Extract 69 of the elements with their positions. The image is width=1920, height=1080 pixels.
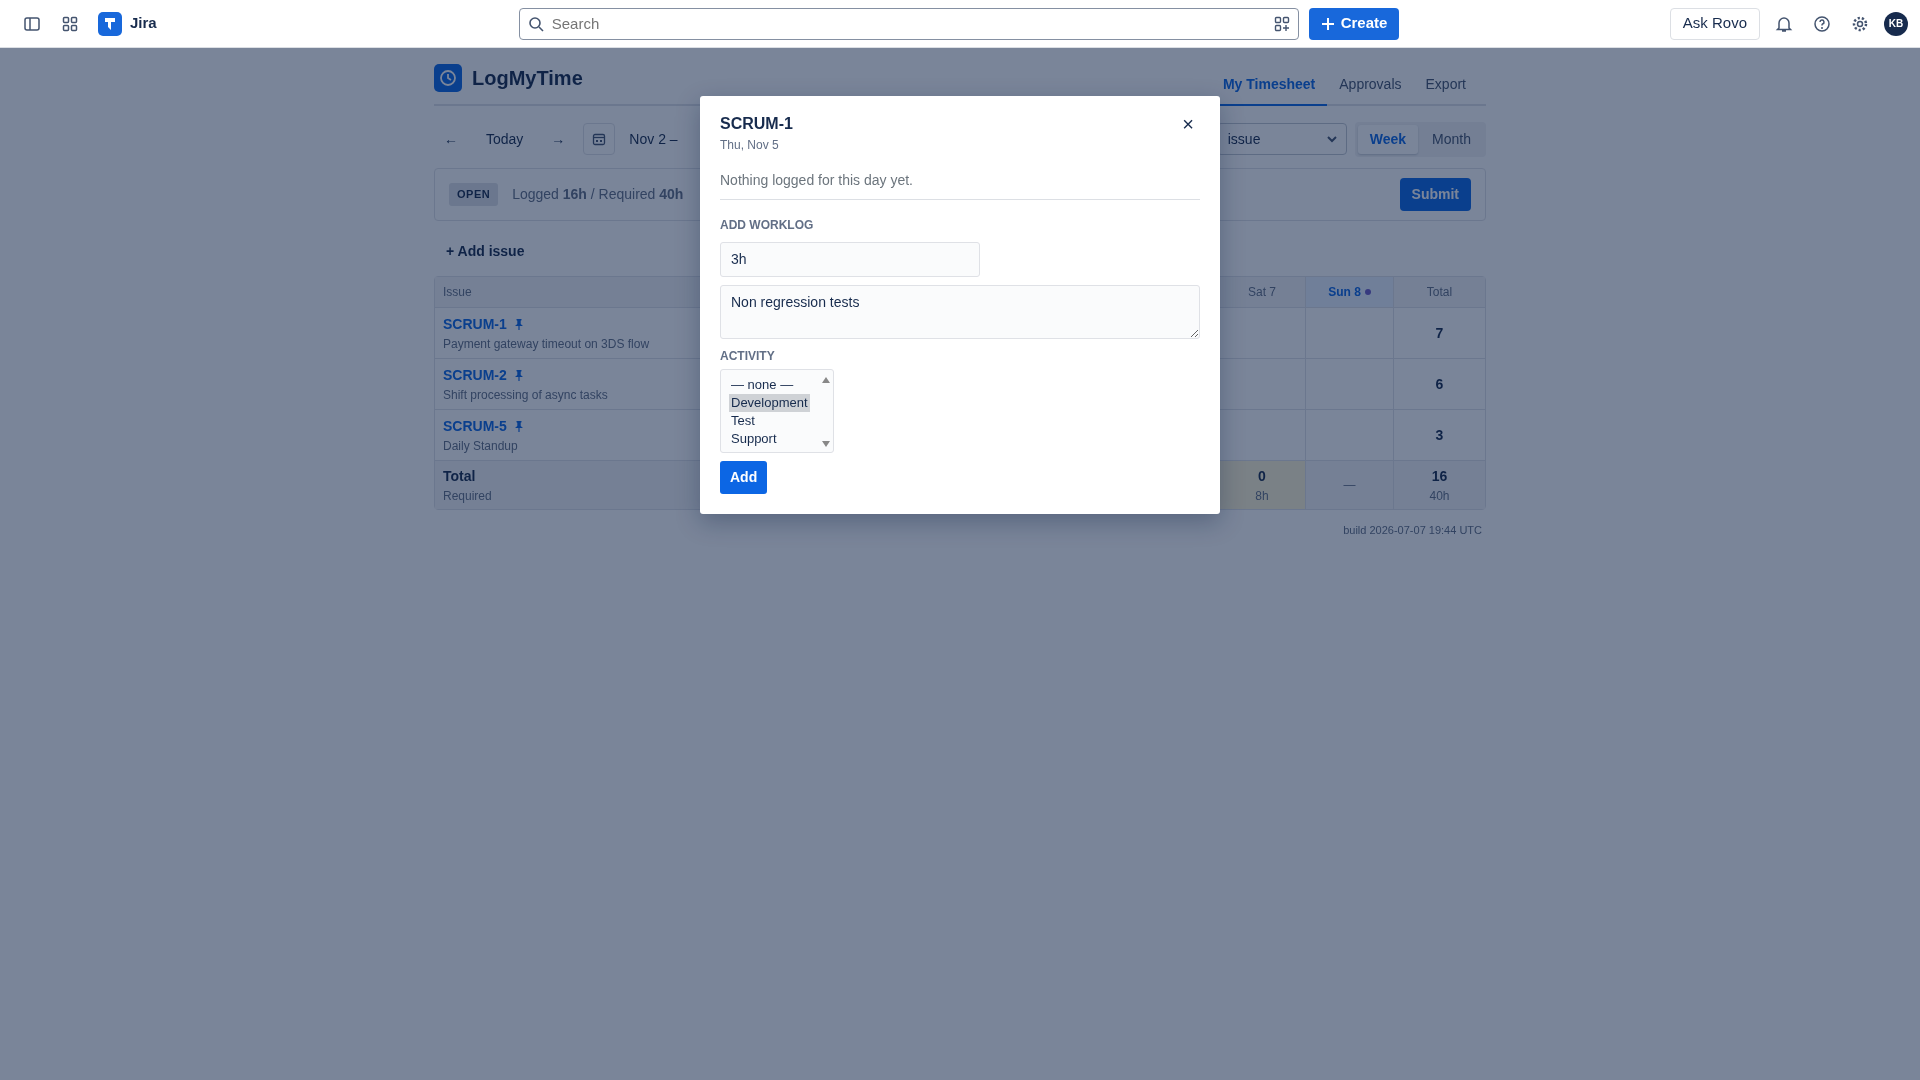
issue-summary: Daily Standup xyxy=(443,437,518,455)
submit-button[interactable]: Submit xyxy=(1399,178,1471,211)
search-field[interactable]: Search xyxy=(518,7,1299,40)
tab[interactable]: Export xyxy=(1413,52,1478,106)
issue-summary: Payment gateway timeout on 3DS flow xyxy=(443,335,650,353)
grid-icon xyxy=(61,14,79,33)
issue-link[interactable]: SCRUM-2 xyxy=(443,364,507,386)
empty-message: Nothing logged for this day yet. xyxy=(720,171,914,190)
scroll-up-icon[interactable] xyxy=(821,376,831,384)
duration-field[interactable]: 3h xyxy=(720,242,980,277)
today-button[interactable]: Today xyxy=(476,124,534,154)
previous-button[interactable]: ← xyxy=(434,124,468,154)
row-total: 6 xyxy=(1435,374,1444,394)
dialog-title: SCRUM-1 xyxy=(720,114,793,134)
plus-icon xyxy=(1320,16,1335,31)
issue-link[interactable]: SCRUM-1 xyxy=(443,313,507,335)
empty-dash: — xyxy=(1343,477,1356,494)
activity-option[interactable]: Support xyxy=(729,430,779,448)
build-info: build 2026-07-07 19:44 UTC xyxy=(1342,523,1483,538)
product-name[interactable]: Jira xyxy=(130,12,157,35)
view-option[interactable]: Month xyxy=(1420,124,1483,154)
comment-field[interactable]: Non regression tests xyxy=(720,285,1200,339)
calendar-icon xyxy=(592,132,607,146)
next-button[interactable]: → xyxy=(541,124,576,154)
day-total: 0 xyxy=(1258,466,1266,486)
required-label: Required xyxy=(443,487,492,505)
sidebar-icon xyxy=(23,14,41,33)
scroll-down-icon[interactable] xyxy=(821,440,831,448)
total-label: Total xyxy=(443,466,476,486)
dialog-date: Thu, Nov 5 xyxy=(720,137,780,154)
chevron-down-icon xyxy=(1325,133,1338,145)
jira-logo-icon xyxy=(98,11,122,36)
activity-option[interactable]: — none — xyxy=(729,376,796,394)
time-summary: Logged 16h / Required 40h xyxy=(512,185,684,204)
bell-icon xyxy=(1775,14,1793,33)
close-button[interactable]: × xyxy=(1176,112,1200,136)
settings-icon xyxy=(1851,14,1869,33)
activity-option[interactable]: Test xyxy=(729,412,757,430)
add-button[interactable]: Add xyxy=(720,461,768,494)
row-total: 7 xyxy=(1435,323,1444,343)
today-dot-icon xyxy=(1364,289,1371,295)
calendar-button[interactable] xyxy=(583,123,616,155)
avatar[interactable]: KB xyxy=(1884,11,1908,36)
grand-total: 16 xyxy=(1431,466,1448,486)
issue-summary: Shift processing of async tasks xyxy=(443,386,608,404)
column-header: Issue xyxy=(443,284,472,301)
row-total: 3 xyxy=(1435,425,1444,445)
add-issue-button[interactable]: + Add issue xyxy=(440,237,531,266)
required-hours: 8h xyxy=(1255,487,1269,505)
date-range: Nov 2 – xyxy=(628,129,678,149)
tab[interactable]: Approvals xyxy=(1327,52,1414,106)
apps-icon xyxy=(1273,15,1290,32)
ask-rovo-button[interactable]: Ask Rovo xyxy=(1669,7,1760,40)
view-option[interactable]: Week xyxy=(1357,124,1419,154)
clock-icon xyxy=(439,69,457,87)
search-icon xyxy=(527,15,544,32)
status-badge: OPEN xyxy=(449,183,499,206)
section-label: ADD WORKLOG xyxy=(720,217,815,234)
required-hours: 40h xyxy=(1429,487,1450,505)
issue-link[interactable]: SCRUM-5 xyxy=(443,415,507,437)
activity-label: ACTIVITY xyxy=(720,348,776,365)
help-icon xyxy=(1813,14,1831,33)
column-header: Total xyxy=(1426,284,1453,301)
column-header: Sun 8 xyxy=(1328,284,1361,301)
activity-list[interactable]: — none — Development Test Support xyxy=(720,369,834,453)
column-header: Sat 7 xyxy=(1248,284,1276,301)
activity-option[interactable]: Development xyxy=(729,394,810,412)
create-button[interactable]: Create xyxy=(1308,7,1400,40)
app-title: LogMyTime xyxy=(472,66,583,91)
